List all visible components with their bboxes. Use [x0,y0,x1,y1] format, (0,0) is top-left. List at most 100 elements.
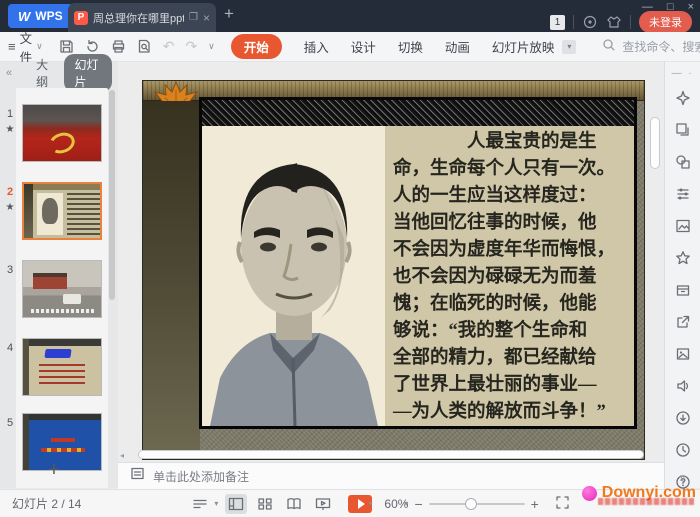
quote-text: 人最宝贵的是生 命，生命每个人只有一次。 人的一生应当这样度过： 当他回忆往事的… [393,129,628,426]
slide-sorter-view-button[interactable] [254,494,276,514]
search-icon [602,38,616,55]
output-icon[interactable] [85,39,100,54]
search-placeholder: 查找命令、搜索模板 [622,38,700,55]
toolbar-more-icon[interactable]: ∨ [208,41,215,52]
zoom-out-button[interactable]: − [414,496,422,512]
slide-editing-canvas[interactable]: 人最宝贵的是生 命，生命每个人只有一次。 人的一生应当这样度过： 当他回忆往事的… [118,62,664,462]
audio-icon[interactable] [675,378,691,394]
divider [573,15,574,29]
sidebar-header: « 大纲 幻灯片 [0,62,118,84]
vertical-scrollbar-thumb[interactable] [650,117,660,169]
status-bar: 幻灯片 2 / 14 ▾ ▾ 60% ▾ − [0,489,700,517]
titlebar-right-group: 1 未登录 [550,11,692,33]
tab-close-icon[interactable]: × [203,12,210,24]
slide-number: 3 [2,264,18,276]
slide-panel-sidebar: « 大纲 幻灯片 1 ★ 2 ★ 3 [0,62,118,488]
slide-layout-icon[interactable] [675,122,691,138]
download-center-icon[interactable] [675,410,691,426]
ppt-file-icon: P [74,11,88,25]
wps-presentation-window: W WPS P 周总理你在哪里ppt课件.ppt ❐ × + — □ × 1 未… [0,0,700,517]
notes-toggle-icon[interactable] [189,494,211,514]
tab-home[interactable]: 开始 [231,34,282,59]
mini-portrait [37,193,63,235]
scroll-left-arrow[interactable]: ◂ [120,451,124,460]
rail-collapse-chevron-icon[interactable]: ∨ [665,473,700,484]
image-tools-icon[interactable] [675,346,691,362]
design-gallery-icon[interactable] [675,218,691,234]
tab-slideshow[interactable]: 幻灯片放映 [492,37,555,56]
login-button[interactable]: 未登录 [639,11,692,33]
redo-icon[interactable]: ↷ [185,38,197,55]
horizontal-scrollbar[interactable]: ◂ [128,450,648,459]
tab-slides[interactable]: 幻灯片 [64,54,112,92]
tab-outline[interactable]: 大纲 [36,56,54,90]
tab-animation[interactable]: 动画 [445,37,470,56]
notes-icon [130,466,145,486]
print-preview-icon[interactable] [137,39,152,54]
mini-text-lines [67,193,100,235]
rail-pin-icon[interactable]: — · [665,68,700,79]
hearse-car [63,294,81,304]
current-slide[interactable]: 人最宝贵的是生 命，生命每个人只有一次。 人的一生应当这样度过： 当他回忆往事的… [142,80,645,460]
slide-thumbnail-3[interactable] [22,260,102,318]
flag-emblem [47,129,78,156]
slide-row-4: 4 [0,338,118,396]
undo-icon[interactable]: ↶ [163,38,175,55]
chevron-down-icon: ∨ [36,41,43,52]
fit-to-window-icon[interactable] [555,495,570,513]
slide-row-2: 2 ★ [0,182,118,240]
slide-counter: 幻灯片 2 / 14 [12,495,81,512]
slide-number: 1 [2,108,18,120]
animation-star-icon: ★ [2,124,18,135]
tab-transition[interactable]: 切换 [398,37,423,56]
title-bar: W WPS P 周总理你在哪里ppt课件.ppt ❐ × + — □ × 1 未… [0,0,700,32]
add-slide-button[interactable]: + [0,459,108,482]
object-properties-icon[interactable] [675,186,691,202]
zhou-enlai-portrait[interactable] [202,126,385,426]
theme-clothes-icon[interactable] [606,14,622,30]
downyi-watermark: Downyi.com [582,484,696,502]
new-tab-button[interactable]: + [224,4,234,24]
play-options-caret-icon[interactable]: ▾ [368,499,372,508]
zoom-in-button[interactable]: + [531,496,539,512]
mini-text-line [41,448,85,452]
normal-view-button[interactable] [225,494,247,514]
star-resource-icon[interactable] [675,250,691,266]
share-export-icon[interactable] [675,314,691,330]
wps-home-button[interactable]: W WPS [8,4,73,28]
slide-row-3: 3 [0,260,118,318]
quick-access-toolbar: ↶ ↷ ∨ [51,38,223,55]
quote-text-box[interactable]: 人最宝贵的是生 命，生命每个人只有一次。 人的一生应当这样度过： 当他回忆往事的… [385,126,634,426]
slide-thumbnail-1[interactable] [22,104,102,162]
float-window-icon[interactable]: ❐ [189,12,198,23]
hamburger-icon: ≡ [8,39,16,54]
zoom-caret-icon[interactable]: ▾ [404,499,408,508]
tab-design[interactable]: 设计 [351,37,376,56]
zoom-slider[interactable] [429,503,525,505]
animation-star-icon: ★ [2,202,18,213]
slideshow-view-button[interactable] [312,494,334,514]
skin-settings-icon[interactable] [582,14,598,30]
horizontal-scrollbar-thumb[interactable] [138,450,644,459]
shapes-icon[interactable] [675,154,691,170]
material-box-icon[interactable] [675,282,691,298]
history-version-icon[interactable] [675,442,691,458]
document-tab[interactable]: P 周总理你在哪里ppt课件.ppt ❐ × [68,3,216,32]
command-search[interactable]: 查找命令、搜索模板 [602,38,700,55]
zoom-slider-thumb[interactable] [465,498,477,510]
save-icon[interactable] [59,39,74,54]
ai-magic-icon[interactable] [675,90,691,106]
slideshow-dropdown-icon[interactable]: ▾ [562,40,576,54]
downyi-logo-icon [582,486,597,501]
notes-toggle-caret-icon[interactable]: ▾ [214,499,218,508]
print-icon[interactable] [111,39,126,54]
reading-view-button[interactable] [283,494,305,514]
slide-number: 4 [2,342,18,354]
slide-thumbnail-4[interactable] [22,338,102,396]
collapse-panel-icon[interactable]: « [6,67,12,79]
tab-insert[interactable]: 插入 [304,37,329,56]
slide-thumbnail-2-selected[interactable] [22,182,102,240]
doc-count-badge[interactable]: 1 [550,15,565,30]
sidebar-scrollbar[interactable] [109,90,115,300]
photo-text-frame[interactable]: 人最宝贵的是生 命，生命每个人只有一次。 人的一生应当这样度过： 当他回忆往事的… [199,97,637,429]
